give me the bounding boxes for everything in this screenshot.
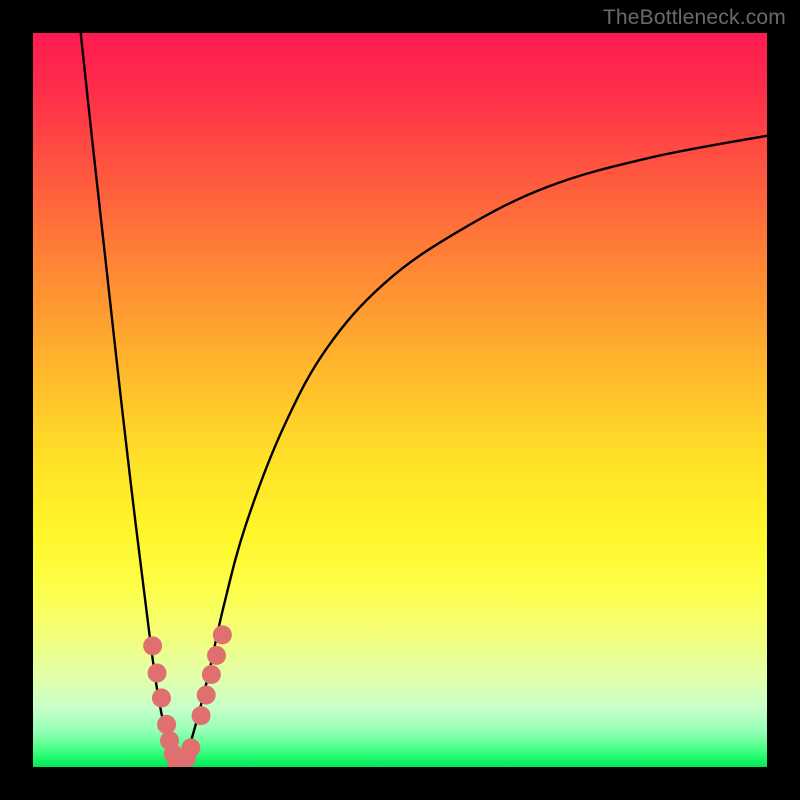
data-marker [148,664,167,683]
data-marker [181,738,200,757]
data-marker [197,686,216,705]
data-marker [207,646,226,665]
data-marker [213,625,232,644]
chart-svg [33,33,767,767]
curve-left-branch [81,33,179,764]
chart-frame: TheBottleneck.com [0,0,800,800]
data-marker [192,706,211,725]
watermark-text: TheBottleneck.com [603,6,786,30]
marker-layer [143,625,232,767]
data-marker [202,665,221,684]
plot-area [33,33,767,767]
data-marker [152,689,171,708]
data-marker [143,636,162,655]
curve-right-branch [178,136,767,764]
data-marker [157,715,176,734]
curve-layer [81,33,767,764]
